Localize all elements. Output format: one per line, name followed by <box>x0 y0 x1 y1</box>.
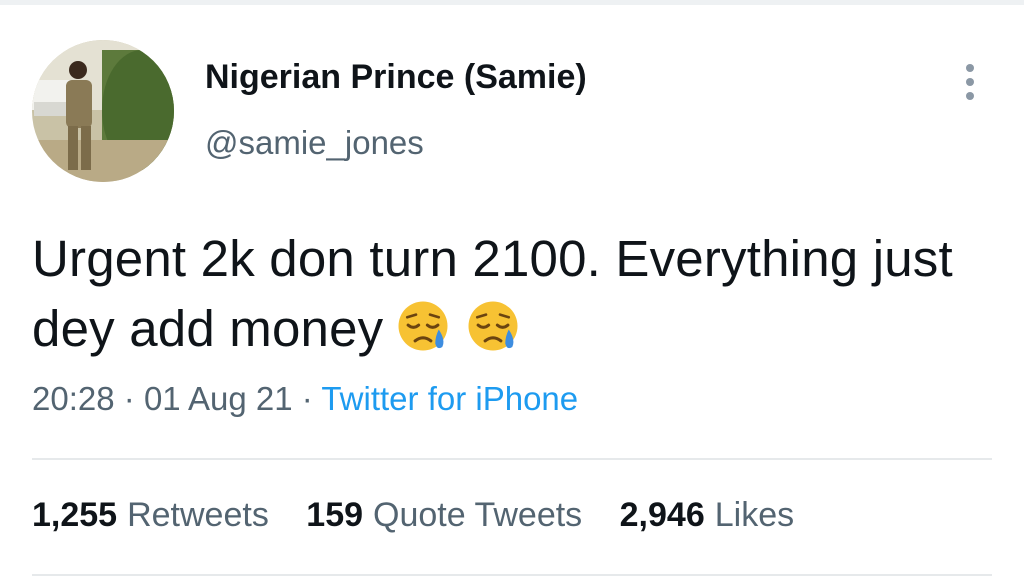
avatar-photo <box>32 40 174 182</box>
vertical-ellipsis-icon <box>966 64 974 100</box>
top-divider <box>0 0 1024 5</box>
avatar[interactable] <box>32 40 174 182</box>
tweet-source-link[interactable]: Twitter for iPhone <box>321 380 578 417</box>
retweets-label: Retweets <box>127 496 269 534</box>
more-options-button[interactable] <box>954 60 986 104</box>
meta-separator: · <box>301 380 313 417</box>
likes-label: Likes <box>714 496 795 534</box>
tweet-card: Nigerian Prince (Samie) @samie_jones Urg… <box>0 0 1024 581</box>
sad-but-relieved-face-icon <box>468 301 518 351</box>
tweet-metadata: 20:28 · 01 Aug 21 · Twitter for iPhone <box>32 380 578 418</box>
author-name[interactable]: Nigerian Prince (Samie) <box>205 58 587 97</box>
quote-tweets-count: 159 <box>306 496 364 534</box>
meta-separator: · <box>123 380 135 417</box>
tweet-date: 01 Aug 21 <box>143 380 293 417</box>
likes-stat[interactable]: 2,946 Likes <box>620 496 794 535</box>
quote-tweets-label: Quote Tweets <box>373 496 583 534</box>
retweets-count: 1,255 <box>32 496 118 534</box>
tweet-text: Urgent 2k don turn 2100. Everything just… <box>32 224 992 364</box>
retweets-stat[interactable]: 1,255 Retweets <box>32 496 269 535</box>
tweet-time: 20:28 <box>32 380 115 417</box>
divider <box>32 458 992 460</box>
engagement-stats: 1,255 Retweets 159 Quote Tweets 2,946 Likes <box>32 496 822 535</box>
divider <box>32 574 992 576</box>
quote-tweets-stat[interactable]: 159 Quote Tweets <box>306 496 582 535</box>
author-handle[interactable]: @samie_jones <box>205 124 424 162</box>
sad-but-relieved-face-icon <box>398 301 448 351</box>
likes-count: 2,946 <box>619 496 705 534</box>
